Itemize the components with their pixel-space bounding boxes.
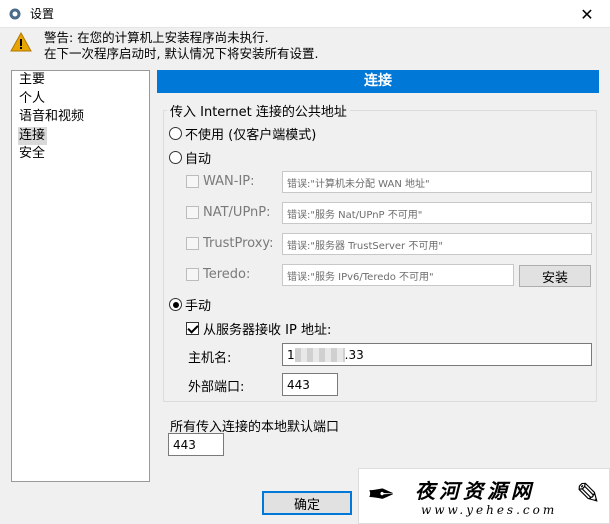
hostname-suffix: .33 bbox=[344, 347, 364, 362]
ink-ornament-icon: ✒ bbox=[367, 475, 396, 515]
watermark-url: www.yehes.com bbox=[421, 503, 558, 517]
receive-ip-label: 从服务器接收 IP 地址: bbox=[203, 323, 332, 338]
redacted-mask bbox=[294, 347, 345, 362]
sidebar-item-personal[interactable]: 个人 bbox=[18, 90, 149, 109]
sidebar-item-main[interactable]: 主要 bbox=[18, 71, 149, 90]
checkbox-box bbox=[186, 206, 199, 219]
external-port-label: 外部端口: bbox=[188, 380, 245, 395]
radio-circle-checked bbox=[169, 298, 182, 311]
warning-banner: 警告: 在您的计算机上安装程序尚未执行. 在下一次程序启动时, 默认情况下将安装… bbox=[10, 30, 318, 62]
nat-upnp-label: NAT/UPnP: bbox=[203, 205, 271, 220]
teredo-label: Teredo: bbox=[203, 267, 251, 282]
radio-circle bbox=[169, 151, 182, 164]
hostname-prefix: 1 bbox=[287, 347, 295, 362]
wan-ip-field[interactable]: 错误:"计算机未分配 WAN 地址" bbox=[282, 171, 592, 193]
trustproxy-field[interactable]: 错误:"服务器 TrustServer 不可用" bbox=[282, 233, 592, 255]
sidebar-item-connection[interactable]: 连接 bbox=[18, 126, 48, 145]
group-title: 传入 Internet 连接的公共地址 bbox=[167, 101, 350, 120]
radio-manual[interactable]: 手动 bbox=[169, 295, 211, 314]
radio-none[interactable]: 不使用 (仅客户端模式) bbox=[169, 124, 316, 143]
sidebar-item-audio-video[interactable]: 语音和视频 bbox=[18, 108, 149, 127]
trustproxy-checkbox[interactable]: TrustProxy: bbox=[186, 236, 274, 251]
radio-auto-label: 自动 bbox=[185, 152, 212, 167]
checkbox-box bbox=[186, 268, 199, 281]
external-port-input[interactable]: 443 bbox=[282, 373, 338, 396]
radio-manual-label: 手动 bbox=[185, 299, 212, 314]
gear-icon bbox=[9, 8, 21, 19]
watermark-title: 夜河资源网 bbox=[415, 479, 535, 503]
wan-ip-checkbox[interactable]: WAN-IP: bbox=[186, 174, 255, 189]
radio-auto[interactable]: 自动 bbox=[169, 148, 211, 167]
checkbox-box bbox=[186, 237, 199, 250]
receive-ip-checkbox[interactable]: 从服务器接收 IP 地址: bbox=[186, 319, 331, 338]
settings-nav-list: 主要 个人 语音和视频 连接 安全 bbox=[11, 70, 150, 482]
nat-upnp-checkbox[interactable]: NAT/UPnP: bbox=[186, 205, 271, 220]
radio-circle bbox=[169, 127, 182, 140]
window-title: 设置 bbox=[30, 7, 55, 21]
close-button[interactable]: ✕ bbox=[564, 0, 610, 28]
brush-ornament-icon: ✎ bbox=[575, 477, 601, 512]
trustproxy-label: TrustProxy: bbox=[203, 236, 274, 251]
checkbox-box bbox=[186, 175, 199, 188]
warning-icon bbox=[10, 32, 32, 52]
ok-button[interactable]: 确定 bbox=[262, 491, 352, 515]
hostname-label: 主机名: bbox=[188, 351, 232, 366]
teredo-checkbox[interactable]: Teredo: bbox=[186, 267, 250, 282]
radio-none-label: 不使用 (仅客户端模式) bbox=[185, 128, 317, 143]
sidebar-item-security[interactable]: 安全 bbox=[18, 145, 149, 164]
nat-upnp-field[interactable]: 错误:"服务 Nat/UPnP 不可用" bbox=[282, 202, 592, 224]
watermark: ✒ 夜河资源网 www.yehes.com ✎ bbox=[358, 468, 610, 524]
hostname-input[interactable]: 1 .33 bbox=[282, 343, 592, 366]
checkbox-box-checked bbox=[186, 322, 199, 335]
install-button[interactable]: 安装 bbox=[519, 265, 591, 287]
wan-ip-label: WAN-IP: bbox=[203, 174, 255, 189]
panel-header: 连接 bbox=[157, 70, 599, 93]
close-icon: ✕ bbox=[580, 4, 594, 24]
local-port-input[interactable]: 443 bbox=[168, 433, 224, 456]
title-bar: 设置 ✕ bbox=[0, 0, 610, 28]
warning-line-2: 在下一次程序启动时, 默认情况下将安装所有设置. bbox=[44, 46, 319, 61]
teredo-field[interactable]: 错误:"服务 IPv6/Teredo 不可用" bbox=[282, 264, 514, 286]
warning-line-1: 警告: 在您的计算机上安装程序尚未执行. bbox=[44, 30, 269, 45]
